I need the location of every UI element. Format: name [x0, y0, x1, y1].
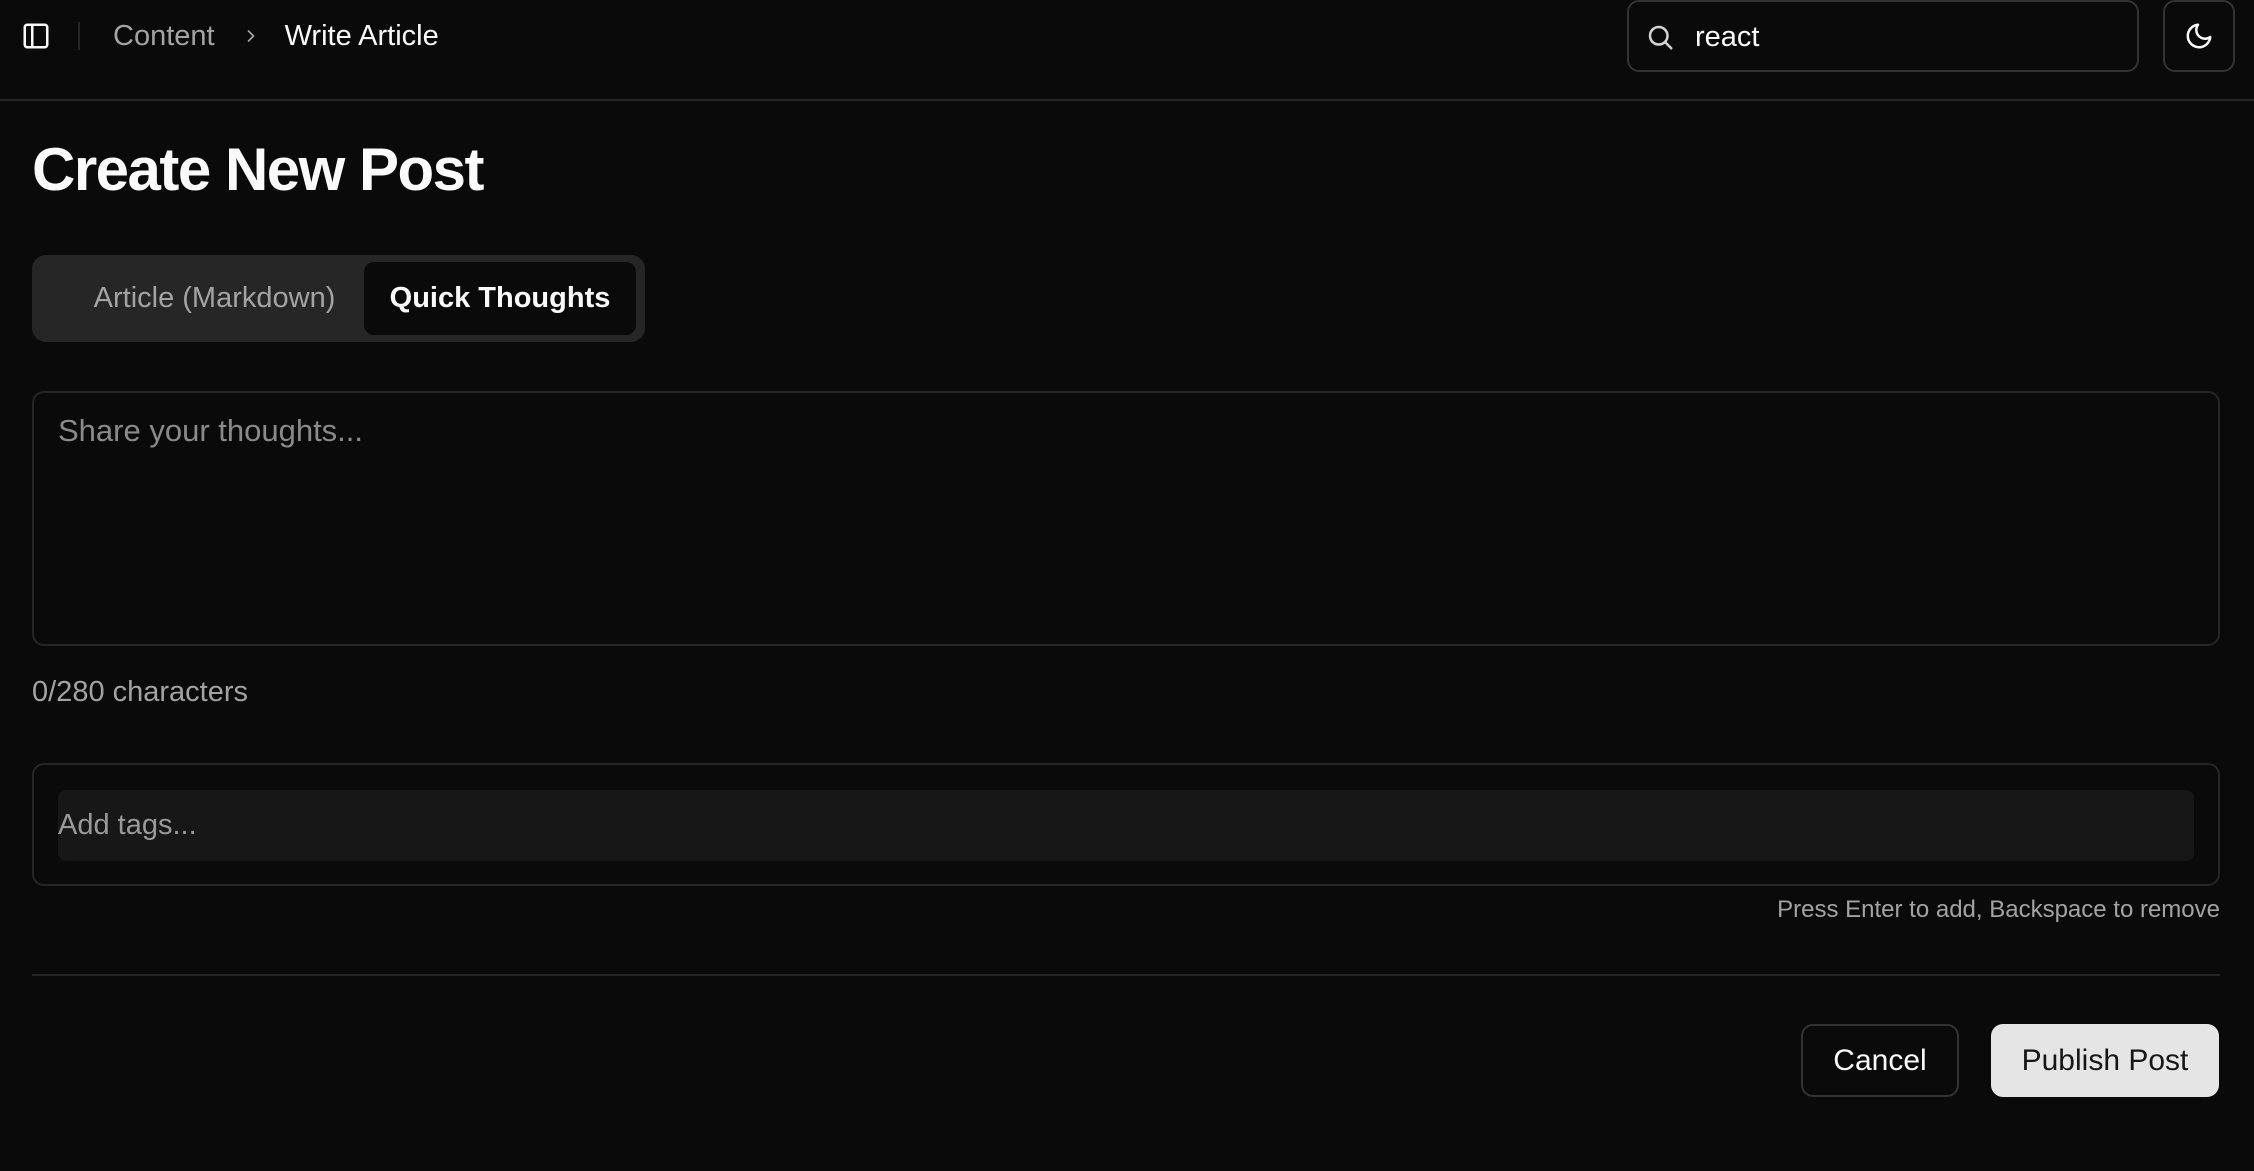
search-input[interactable] — [1693, 12, 2123, 62]
chevron-right-icon — [241, 26, 261, 46]
character-count: 0/280 characters — [32, 676, 249, 708]
breadcrumb-content-link[interactable]: Content — [113, 20, 215, 53]
tags-input[interactable] — [58, 790, 2194, 861]
moon-icon — [2186, 23, 2212, 49]
post-type-tabs: Article (Markdown) Quick Thoughts — [32, 255, 645, 342]
tags-container — [32, 763, 2220, 886]
top-bar: Content Write Article — [0, 0, 2254, 101]
cancel-button[interactable]: Cancel — [1801, 1024, 1959, 1097]
theme-toggle-button[interactable] — [2163, 0, 2235, 72]
search-box[interactable] — [1627, 0, 2139, 72]
breadcrumb-current-page: Write Article — [284, 19, 439, 52]
tags-hint: Press Enter to add, Backspace to remove — [1777, 896, 2220, 923]
topbar-divider — [78, 22, 80, 50]
tab-quick-thoughts[interactable]: Quick Thoughts — [364, 262, 636, 335]
thoughts-textarea[interactable] — [32, 391, 2220, 646]
page-title: Create New Post — [32, 136, 485, 203]
panel-left-icon — [23, 23, 49, 49]
search-icon — [1648, 25, 1673, 50]
sidebar-toggle-button[interactable] — [16, 16, 56, 56]
footer-divider — [32, 974, 2220, 976]
tab-article-markdown[interactable]: Article (Markdown) — [39, 262, 390, 335]
publish-post-button[interactable]: Publish Post — [1991, 1024, 2219, 1097]
breadcrumb: Content Write Article — [113, 16, 439, 56]
